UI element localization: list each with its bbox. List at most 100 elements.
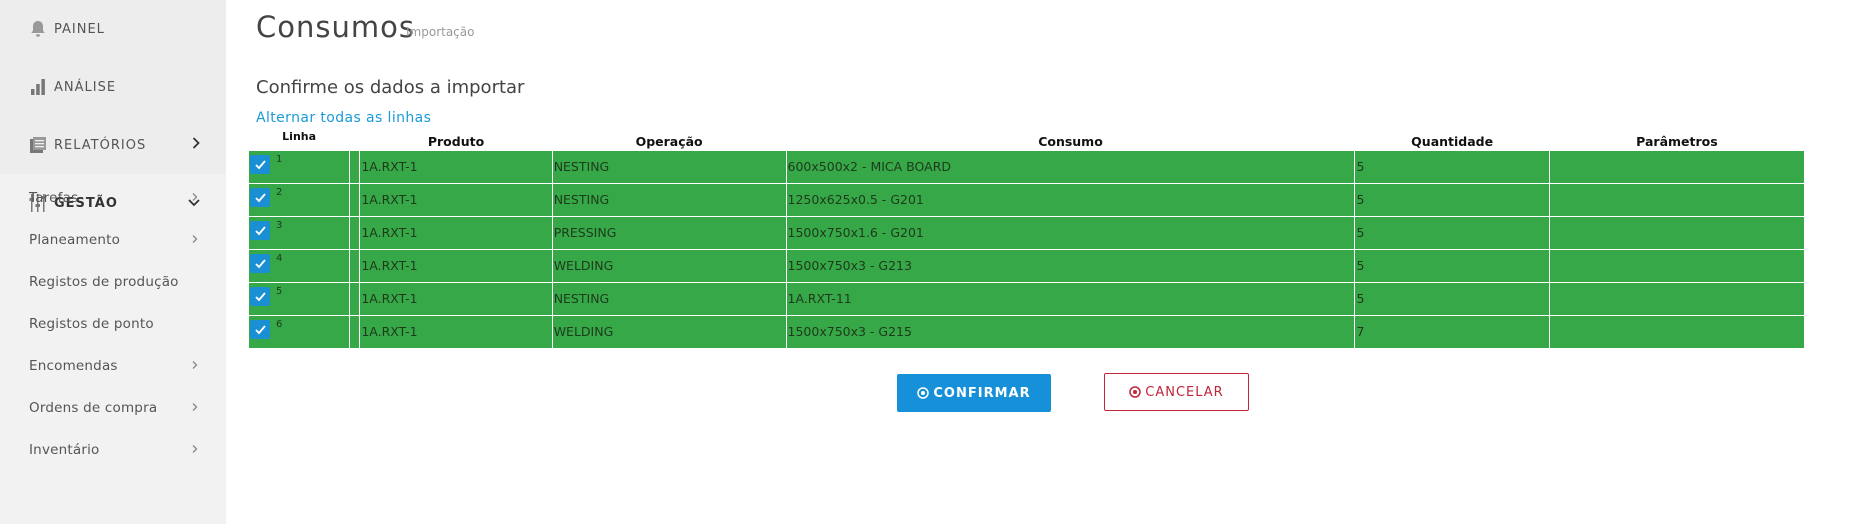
column-header-line: Linha [282, 130, 317, 143]
row-checkbox[interactable] [250, 187, 270, 207]
sidebar-item-label: Registos de produção [29, 274, 179, 290]
row-line-number: 4 [276, 252, 283, 264]
section-title: Confirme os dados a importar [256, 77, 525, 98]
row-checkbox[interactable] [250, 154, 270, 174]
cell-spacer [349, 248, 361, 283]
row-line-number: 1 [276, 153, 283, 165]
page-subtitle: Importação [406, 25, 475, 39]
sidebar-item-encomendas[interactable]: Encomendas [0, 345, 226, 387]
cell-parameters [1548, 314, 1806, 349]
cell-line: 4 [247, 248, 351, 283]
table-row[interactable]: 4 1A.RXT-1 WELDING 1500x750x3 - G213 5 [247, 248, 1806, 283]
cell-line: 1 [247, 149, 351, 184]
sidebar-item-label: Ordens de compra [29, 400, 158, 416]
cell-consumption: 1500x750x3 - G213 [785, 248, 1356, 283]
bell-icon [28, 18, 48, 40]
cell-product: 1A.RXT-1 [359, 215, 553, 250]
cell-quantity: 5 [1354, 281, 1550, 316]
sidebar-item-label: Planeamento [29, 232, 121, 248]
report-icon [28, 134, 48, 156]
circle-check-icon [917, 387, 930, 399]
sidebar-item-relatorios[interactable]: RELATÓRIOS [0, 116, 226, 174]
row-line-number: 5 [276, 285, 283, 297]
sidebar-item-tarefas[interactable]: Tarefas [0, 177, 226, 219]
chevron-right-icon [192, 444, 198, 457]
sidebar-item-inventario[interactable]: Inventário [0, 429, 226, 471]
cell-product: 1A.RXT-1 [359, 314, 553, 349]
sidebar-item-label: Encomendas [29, 358, 118, 374]
confirm-button-label: CONFIRMAR [933, 385, 1031, 401]
cell-product: 1A.RXT-1 [359, 182, 553, 217]
cell-parameters [1548, 215, 1806, 250]
column-header-operation: Operação [635, 133, 703, 149]
row-line-number: 2 [276, 186, 283, 198]
cell-operation: NESTING [551, 281, 787, 316]
cell-parameters [1548, 182, 1806, 217]
chevron-right-icon [192, 192, 198, 205]
check-icon [254, 291, 266, 301]
check-icon [254, 258, 266, 268]
row-checkbox[interactable] [250, 253, 270, 273]
cell-line: 6 [247, 314, 351, 349]
row-line-number: 6 [276, 318, 283, 330]
column-header-product: Produto [427, 133, 485, 149]
sidebar-sub-group: Tarefas Planeamento Registos de produção… [0, 174, 226, 471]
cancel-button-label: CANCELAR [1145, 384, 1224, 400]
sidebar-item-ordens-compra[interactable]: Ordens de compra [0, 387, 226, 429]
column-header-quantity: Quantidade [1411, 133, 1494, 149]
cell-spacer [349, 314, 361, 349]
table-row[interactable]: 5 1A.RXT-1 NESTING 1A.RXT-11 5 [247, 281, 1806, 316]
sidebar-item-registos-producao[interactable]: Registos de produção [0, 261, 226, 303]
cell-line: 2 [247, 182, 351, 217]
cell-operation: PRESSING [551, 215, 787, 250]
chevron-right-icon [192, 402, 198, 415]
cell-operation: NESTING [551, 149, 787, 184]
check-icon [254, 225, 266, 235]
cell-spacer [349, 281, 361, 316]
column-header-consumption: Consumo [1038, 133, 1103, 149]
sidebar-item-label: Registos de ponto [29, 316, 154, 332]
cell-consumption: 1500x750x1.6 - G201 [785, 215, 1356, 250]
confirm-button[interactable]: CONFIRMAR [897, 374, 1051, 412]
sidebar: PAINEL ANÁLISE RELATÓRIOS GESTÃO Tarefas… [0, 0, 226, 524]
row-checkbox[interactable] [250, 286, 270, 306]
cell-quantity: 5 [1354, 248, 1550, 283]
sidebar-item-analise[interactable]: ANÁLISE [0, 58, 226, 116]
check-icon [254, 192, 266, 202]
table-body: 1 1A.RXT-1 NESTING 600x500x2 - MICA BOARD 5 2… [247, 149, 1806, 349]
cell-spacer [349, 182, 361, 217]
cell-operation: NESTING [551, 182, 787, 217]
cancel-button[interactable]: CANCELAR [1104, 373, 1249, 411]
cell-parameters [1548, 281, 1806, 316]
cell-line: 3 [247, 215, 351, 250]
sidebar-item-label: ANÁLISE [54, 79, 117, 95]
cell-quantity: 5 [1354, 215, 1550, 250]
table-row[interactable]: 2 1A.RXT-1 NESTING 1250x625x0.5 - G201 5 [247, 182, 1806, 217]
circle-cancel-icon [1129, 386, 1142, 398]
main-content: Consumos Importação Confirme os dados a … [226, 0, 1851, 524]
table-row[interactable]: 3 1A.RXT-1 PRESSING 1500x750x1.6 - G201 5 [247, 215, 1806, 250]
table-row[interactable]: 6 1A.RXT-1 WELDING 1500x750x3 - G215 7 [247, 314, 1806, 349]
sidebar-main-group: PAINEL ANÁLISE RELATÓRIOS GESTÃO [0, 0, 226, 212]
table-row[interactable]: 1 1A.RXT-1 NESTING 600x500x2 - MICA BOARD 5 [247, 149, 1806, 184]
cell-spacer [349, 215, 361, 250]
sidebar-item-planeamento[interactable]: Planeamento [0, 219, 226, 261]
chevron-right-icon [192, 360, 198, 373]
row-checkbox[interactable] [250, 319, 270, 339]
column-header-parameters: Parâmetros [1636, 133, 1718, 149]
sidebar-item-painel[interactable]: PAINEL [0, 0, 226, 58]
column-header-spacer [350, 130, 360, 150]
sidebar-item-label: Inventário [29, 442, 100, 458]
cell-parameters [1548, 248, 1806, 283]
toggle-all-rows-link[interactable]: Alternar todas as linhas [256, 110, 431, 126]
sidebar-item-registos-ponto[interactable]: Registos de ponto [0, 303, 226, 345]
chevron-right-icon [192, 234, 198, 247]
cell-consumption: 1250x625x0.5 - G201 [785, 182, 1356, 217]
cell-consumption: 1500x750x3 - G215 [785, 314, 1356, 349]
sidebar-item-label: RELATÓRIOS [54, 137, 147, 153]
cell-operation: WELDING [551, 248, 787, 283]
cell-consumption: 600x500x2 - MICA BOARD [785, 149, 1356, 184]
cell-spacer [349, 149, 361, 184]
cell-parameters [1548, 149, 1806, 184]
row-checkbox[interactable] [250, 220, 270, 240]
